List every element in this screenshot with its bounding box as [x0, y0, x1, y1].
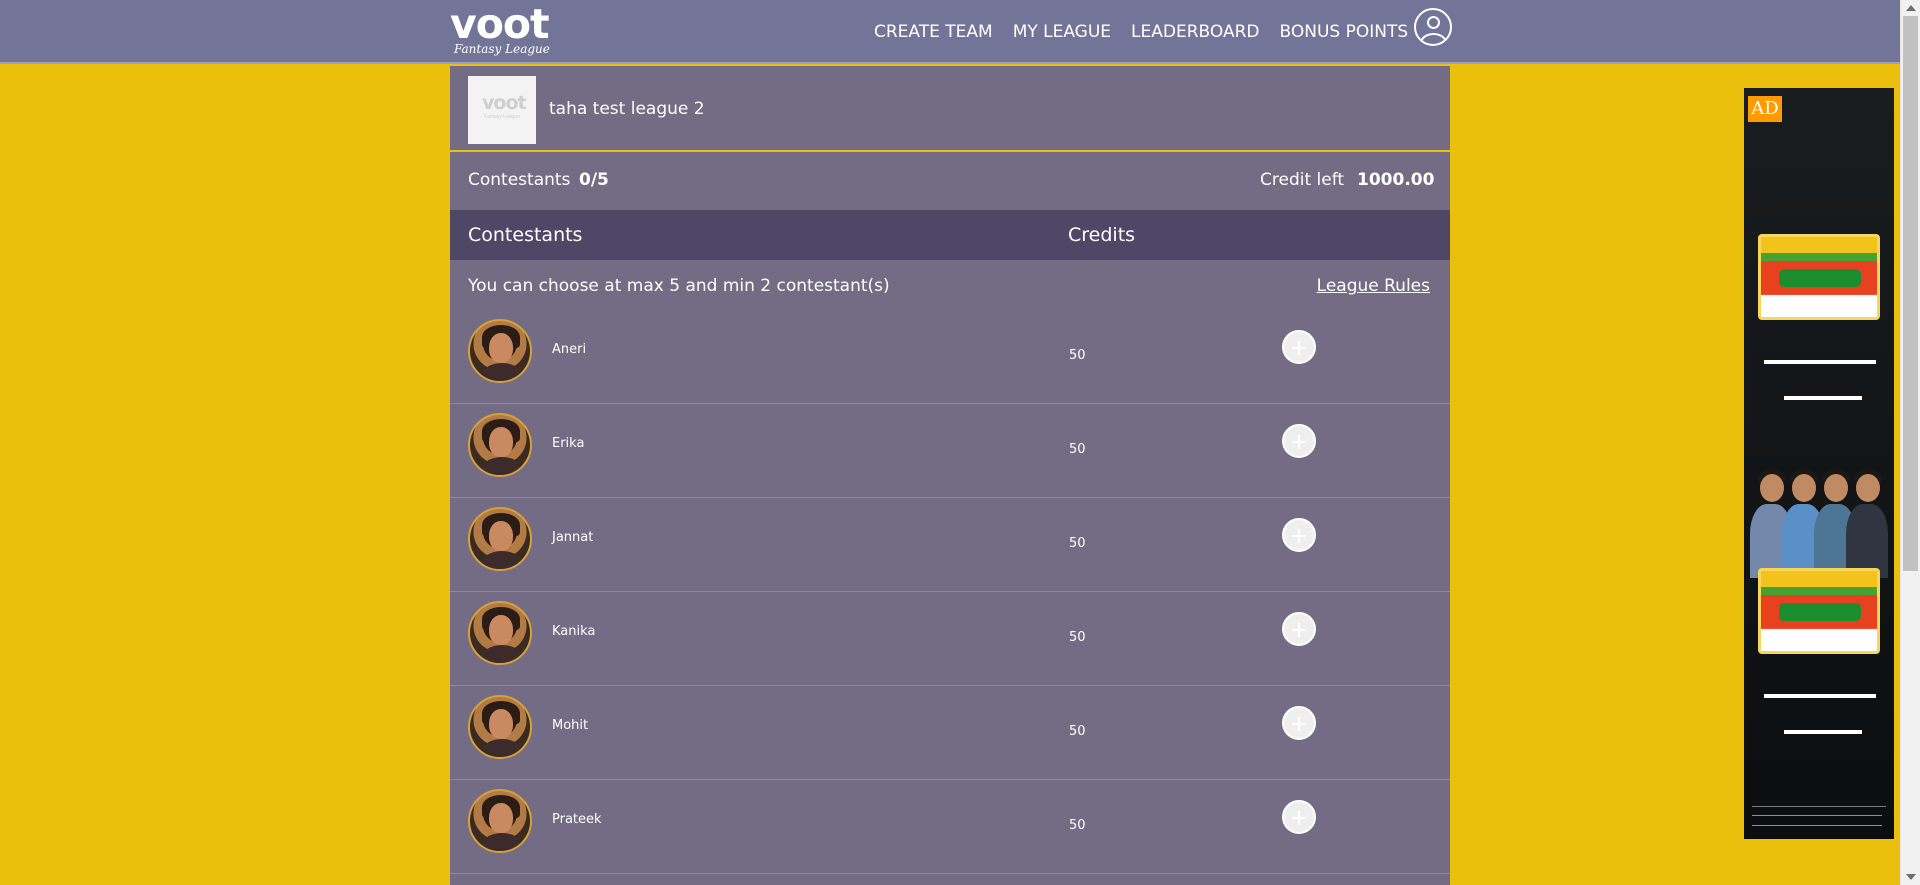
contestant-name: Kanika	[552, 624, 596, 639]
contestant-avatar	[468, 319, 532, 383]
nav-bonus-points[interactable]: BONUS POINTS	[1280, 22, 1409, 42]
contestant-row: Erika 50	[450, 404, 1450, 498]
contestants-count: 0/5	[579, 170, 609, 190]
ad-badge: AD	[1748, 96, 1782, 122]
league-header: voot Fantasy League taha test league 2	[450, 66, 1450, 152]
nav-my-league[interactable]: MY LEAGUE	[1013, 22, 1111, 42]
contestants-table-header: Contestants Credits	[450, 210, 1450, 260]
contestant-avatar	[468, 789, 532, 853]
page-scrollbar[interactable]	[1900, 0, 1920, 885]
league-name: taha test league 2	[549, 99, 705, 119]
ad-product-pack-top	[1758, 234, 1880, 320]
column-credits: Credits	[1068, 224, 1136, 246]
league-thumbnail-word: voot	[482, 92, 527, 114]
ad-hindi-slogan-bottom	[1758, 684, 1880, 770]
league-thumbnail: voot Fantasy League	[468, 76, 536, 144]
scrollbar-thumb[interactable]	[1903, 16, 1918, 571]
contestant-credit: 50	[1069, 536, 1086, 551]
ad-hindi-slogan-top	[1758, 350, 1880, 436]
contestant-credit: 50	[1069, 348, 1086, 363]
contestant-name: Mohit	[552, 718, 589, 733]
contestant-name: Prateek	[552, 812, 602, 827]
logo-subtitle: Fantasy League	[454, 42, 550, 56]
contestant-avatar	[468, 601, 532, 665]
selection-instruction: You can choose at max 5 and min 2 contes…	[468, 276, 890, 296]
add-contestant-button[interactable]	[1282, 612, 1316, 646]
credit-left-label: Credit left	[1260, 170, 1345, 190]
sidebar-advertisement[interactable]: AD	[1744, 88, 1894, 839]
selection-rules: You can choose at max 5 and min 2 contes…	[450, 260, 1450, 310]
ad-fine-print	[1752, 806, 1886, 834]
contestant-credit: 50	[1069, 630, 1086, 645]
ad-celebrity-group	[1744, 466, 1894, 578]
contestant-name: Aneri	[552, 342, 587, 357]
contestant-name: Jannat	[552, 530, 594, 545]
add-contestant-button[interactable]	[1282, 424, 1316, 458]
scroll-up-arrow-icon[interactable]	[1906, 5, 1916, 11]
contestant-row: Mohit 50	[450, 686, 1450, 780]
main-nav: CREATE TEAM MY LEAGUE LEADERBOARD BONUS …	[874, 22, 1428, 42]
contestant-name: Erika	[552, 436, 585, 451]
add-contestant-button[interactable]	[1282, 706, 1316, 740]
credit-left-value: 1000.00	[1357, 170, 1435, 190]
contestants-label: Contestants	[468, 170, 571, 190]
contestant-row: Jannat 50	[450, 498, 1450, 592]
contestant-credit: 50	[1069, 442, 1086, 457]
contestant-list: Aneri 50 Erika 50 Jannat 50 Kanika 50 Mo…	[450, 310, 1450, 874]
user-body-icon-shape	[1420, 33, 1447, 44]
contestant-avatar	[468, 695, 532, 759]
top-navigation-bar: voot Fantasy League CREATE TEAM MY LEAGU…	[0, 0, 1900, 64]
team-summary: Contestants 0/5 Credit left 1000.00	[450, 154, 1450, 210]
contestant-row: Aneri 50	[450, 310, 1450, 404]
user-profile-icon[interactable]	[1414, 8, 1452, 46]
ad-product-pack-bottom	[1758, 568, 1880, 654]
logo-wordmark: voot	[450, 0, 550, 48]
contestant-avatar	[468, 413, 532, 477]
league-thumbnail-subtitle: Fantasy League	[484, 114, 520, 120]
column-contestants: Contestants	[468, 224, 583, 246]
contestant-avatar	[468, 507, 532, 571]
nav-create-team[interactable]: CREATE TEAM	[874, 22, 993, 42]
nav-leaderboard[interactable]: LEADERBOARD	[1131, 22, 1259, 42]
voot-logo[interactable]: voot Fantasy League	[450, 2, 550, 60]
league-rules-link[interactable]: League Rules	[1317, 276, 1430, 296]
add-contestant-button[interactable]	[1282, 800, 1316, 834]
contestant-credit: 50	[1069, 724, 1086, 739]
league-panel: voot Fantasy League taha test league 2 C…	[450, 66, 1450, 885]
add-contestant-button[interactable]	[1282, 518, 1316, 552]
contestant-credit: 50	[1069, 818, 1086, 833]
scroll-down-arrow-icon[interactable]	[1906, 874, 1916, 880]
contestant-row: Prateek 50	[450, 780, 1450, 874]
contestant-row: Kanika 50	[450, 592, 1450, 686]
add-contestant-button[interactable]	[1282, 330, 1316, 364]
ad-actor	[1846, 466, 1888, 578]
user-head-icon-shape	[1427, 16, 1440, 29]
